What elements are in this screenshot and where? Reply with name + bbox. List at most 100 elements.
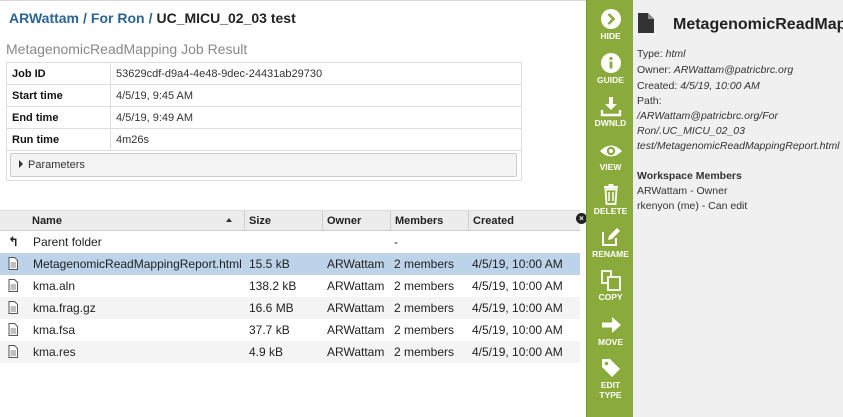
edit-type-button[interactable]: EDIT TYPE [587,357,634,400]
parameters-label: Parameters [28,159,85,171]
file-icon [8,323,18,336]
row-owner: ARWattam [327,301,385,315]
job-id-label: Job ID [6,62,111,85]
details-path-line: /ARWattam@patricbrc.org/For [637,110,778,122]
row-size: 37.7 kB [249,323,290,337]
row-members: - [394,235,398,249]
caret-right-icon [19,160,23,168]
view-button[interactable]: VIEW [587,141,634,172]
end-time-value: 4/5/19, 9:49 AM [110,106,522,129]
eye-icon [599,145,622,157]
copy-button[interactable]: COPY [587,269,634,302]
file-grid: Name Size Owner Members Created ↰ Parent… [0,210,580,363]
row-size: 15.5 kB [249,257,290,271]
row-members: 2 members [394,279,455,293]
row-size: 138.2 kB [249,279,297,293]
rename-button[interactable]: RENAME [587,226,634,259]
breadcrumb: ARWattam / For Ron / UC_MICU_02_03 test [9,10,296,26]
delete-button[interactable]: DELETE [587,183,634,216]
table-row[interactable]: kma.frag.gz 16.6 MB ARWattam 2 members 4… [0,297,580,319]
details-panel: MetagenomicReadMappingReport.html Type: … [633,0,843,417]
file-icon [8,279,18,292]
rename-label: RENAME [592,249,629,259]
breadcrumb-link-user[interactable]: ARWattam [9,10,79,26]
column-header-size[interactable]: Size [244,211,322,231]
run-time-label: Run time [6,128,111,151]
download-button[interactable]: DWNLD [587,95,634,128]
hide-button[interactable]: HIDE [587,8,634,41]
pencil-icon [601,228,620,246]
job-id-row: Job ID 53629cdf-d9a4-4e48-9dec-24431ab29… [6,62,522,85]
row-owner: ARWattam [327,279,385,293]
arrow-right-icon [601,317,621,333]
job-info-table: Job ID 53629cdf-d9a4-4e48-9dec-24431ab29… [6,62,522,151]
details-title: MetagenomicReadMappingReport.html [673,16,843,33]
row-members: 2 members [394,345,455,359]
copy-label: COPY [598,292,623,302]
table-row[interactable]: kma.aln 138.2 kB ARWattam 2 members 4/5/… [0,275,580,297]
start-time-label: Start time [6,84,111,107]
chevron-right-circle-icon [600,9,621,29]
move-button[interactable]: MOVE [587,314,634,347]
parameters-container: Parameters [6,150,522,181]
row-name: kma.res [33,345,76,359]
row-size: 16.6 MB [249,301,294,315]
end-time-label: End time [6,106,111,129]
info-icon [600,53,621,73]
row-size: 4.9 kB [249,345,284,359]
details-path-line: test/MetagenomicReadMappingReport.html [637,140,840,152]
row-created: 4/5/19, 10:00 AM [472,345,563,359]
row-created: 4/5/19, 10:00 AM [472,323,563,337]
column-header-name[interactable]: Name [28,211,244,231]
breadcrumb-separator: / [83,10,87,26]
row-owner: ARWattam [327,345,385,359]
table-row-parent-folder[interactable]: ↰ Parent folder - [0,231,580,253]
column-header-created[interactable]: Created [468,211,580,231]
row-members: 2 members [394,301,455,315]
download-icon [600,97,621,117]
start-time-row: Start time 4/5/19, 9:45 AM [6,84,522,107]
guide-button[interactable]: GUIDE [587,52,634,85]
details-path-line: Ron/.UC_MICU_02_03 [637,125,745,137]
copy-icon [600,270,621,291]
edit-type-label-2: TYPE [599,390,622,400]
workspace-members-heading: Workspace Members [637,170,742,182]
up-arrow-icon: ↰ [8,234,19,249]
row-members: 2 members [394,323,455,337]
table-row[interactable]: MetagenomicReadMappingReport.html 15.5 k… [0,253,580,275]
row-owner: ARWattam [327,257,385,271]
download-label: DWNLD [594,118,627,128]
delete-label: DELETE [593,206,628,216]
sort-ascending-icon [226,218,232,222]
run-time-value: 4m26s [110,128,522,151]
column-header-owner[interactable]: Owner [322,211,390,231]
file-icon [638,13,654,33]
breadcrumb-current: UC_MICU_02_03 test [156,10,296,26]
tag-icon [601,359,620,377]
edit-type-label: EDIT [600,380,621,390]
row-name: kma.aln [33,279,76,293]
row-owner: ARWattam [327,323,385,337]
guide-label: GUIDE [597,75,624,85]
view-label: VIEW [599,162,622,172]
row-members: 2 members [394,257,455,271]
details-type: Type: html [637,48,686,60]
start-time-value: 4/5/19, 9:45 AM [110,84,522,107]
job-id-value: 53629cdf-d9a4-4e48-9dec-24431ab29730 [110,62,522,85]
breadcrumb-separator: / [148,10,153,26]
parameters-toggle[interactable]: Parameters [10,153,517,177]
table-row[interactable]: kma.res 4.9 kB ARWattam 2 members 4/5/19… [0,341,580,363]
table-row[interactable]: kma.fsa 37.7 kB ARWattam 2 members 4/5/1… [0,319,580,341]
column-header-members[interactable]: Members [390,211,468,231]
row-name: kma.frag.gz [33,301,96,315]
breadcrumb-link-folder[interactable]: For Ron [91,10,145,26]
grid-header: Name Size Owner Members Created [0,210,580,231]
row-name: MetagenomicReadMappingReport.html [33,257,241,271]
row-name: Parent folder [33,235,102,249]
row-name: kma.fsa [33,323,76,337]
trash-icon [603,184,618,205]
job-result-panel: ARWattam / For Ron / UC_MICU_02_03 test Meta… [0,0,586,417]
row-created: 4/5/19, 10:00 AM [472,301,563,315]
details-created: Created: 4/5/19, 10:00 AM [637,80,760,92]
details-path-label: Path: [637,95,662,107]
